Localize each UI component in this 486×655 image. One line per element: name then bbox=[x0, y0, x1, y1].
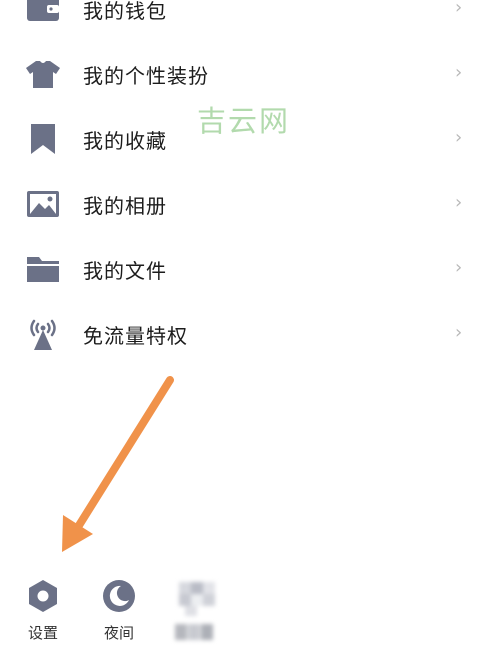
chevron-right-icon: › bbox=[455, 192, 463, 213]
shirt-icon bbox=[26, 61, 60, 88]
wallet-icon bbox=[27, 0, 59, 21]
menu-list: 我的钱包 › 我的个性装扮 › 我的收藏 › 我的相册 › 我的文件 › 免流量… bbox=[0, 0, 486, 365]
chevron-right-icon: › bbox=[455, 322, 463, 343]
settings-button[interactable]: 设置 bbox=[13, 570, 73, 650]
photo-icon bbox=[27, 191, 59, 217]
app-screen: 我的钱包 › 我的个性装扮 › 我的收藏 › 我的相册 › 我的文件 › 免流量… bbox=[0, 0, 486, 655]
blurred-label bbox=[175, 624, 213, 640]
menu-label-personalization: 我的个性装扮 bbox=[83, 64, 209, 88]
blurred-button[interactable] bbox=[165, 570, 225, 650]
settings-hexagon-icon bbox=[29, 580, 57, 612]
chevron-right-icon: › bbox=[455, 0, 463, 18]
bottom-bar: 设置 夜间 bbox=[0, 570, 486, 655]
bookmark-icon bbox=[31, 124, 55, 154]
chevron-right-icon: › bbox=[455, 62, 463, 83]
menu-item-wallet[interactable]: 我的钱包 › bbox=[0, 0, 486, 40]
menu-label-files: 我的文件 bbox=[83, 259, 167, 283]
menu-item-album[interactable]: 我的相册 › bbox=[0, 170, 486, 235]
settings-label: 设置 bbox=[27, 624, 58, 642]
menu-item-files[interactable]: 我的文件 › bbox=[0, 235, 486, 300]
folder-icon bbox=[27, 257, 59, 282]
blurred-icon bbox=[179, 582, 215, 616]
moon-icon bbox=[103, 580, 135, 612]
chevron-right-icon: › bbox=[455, 127, 463, 148]
menu-item-personalization[interactable]: 我的个性装扮 › bbox=[0, 40, 486, 105]
menu-label-album: 我的相册 bbox=[83, 194, 167, 218]
chevron-right-icon: › bbox=[455, 257, 463, 278]
watermark: 吉云网 bbox=[197, 104, 291, 138]
menu-label-free-data: 免流量特权 bbox=[83, 324, 188, 348]
menu-item-free-data[interactable]: 免流量特权 › bbox=[0, 300, 486, 365]
menu-label-favorites: 我的收藏 bbox=[83, 129, 167, 153]
signal-tower-icon bbox=[30, 319, 56, 350]
night-mode-label: 夜间 bbox=[103, 624, 134, 642]
menu-label-wallet: 我的钱包 bbox=[83, 0, 167, 23]
night-mode-button[interactable]: 夜间 bbox=[89, 570, 149, 650]
